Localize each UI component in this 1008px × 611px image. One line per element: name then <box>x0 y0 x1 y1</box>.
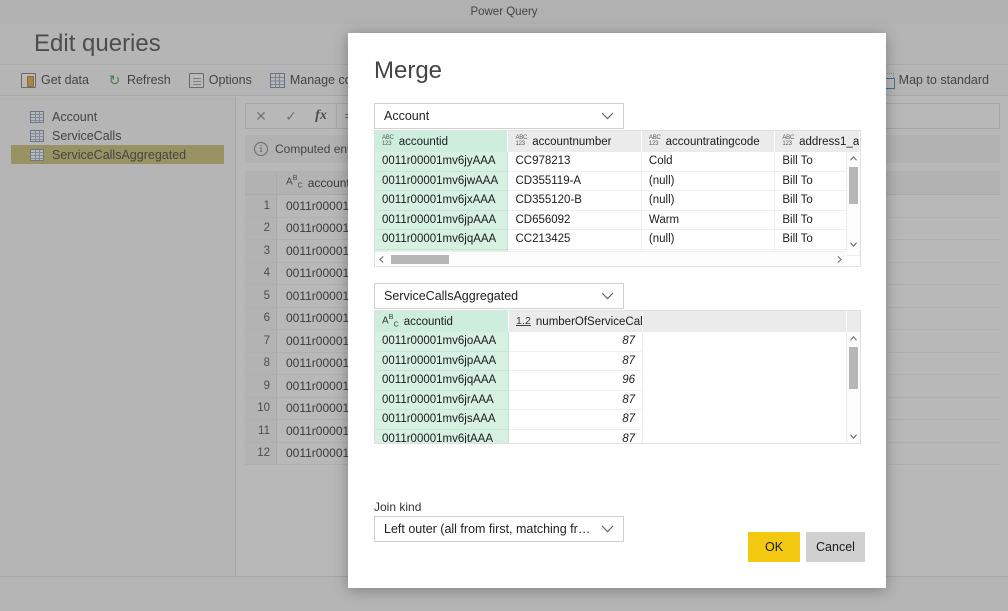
first-table-header-row: ABC123accountidABC123accountnumberABC123… <box>375 131 860 152</box>
table-cell: 0011r00001mv6jtAAA <box>375 430 509 445</box>
chevron-down-icon <box>601 104 614 128</box>
column-header-label: accountid <box>399 136 448 148</box>
table-cell: 96 <box>509 371 643 391</box>
scroll-thumb[interactable] <box>391 255 449 264</box>
table-cell: CD656092 <box>508 211 641 231</box>
table-cell: 0011r00001mv6jxAAA <box>375 191 508 211</box>
join-kind-dropdown[interactable]: Left outer (all from first, matching fro… <box>374 516 624 542</box>
table-cell-empty <box>643 391 847 411</box>
table-row: 0011r00001mv6jrAAA87 <box>375 391 860 411</box>
column-header-address1_addr[interactable]: ABC123 address1_addr <box>775 131 860 152</box>
dialog-title: Merge <box>374 57 442 85</box>
first-table-horizontal-scrollbar[interactable] <box>375 251 846 266</box>
second-table-dropdown-value: ServiceCallsAggregated <box>384 289 544 303</box>
column-header-label: accountnumber <box>532 136 611 148</box>
column-header-label: accountid <box>404 316 453 328</box>
table-cell-empty <box>643 352 847 372</box>
table-row: 0011r00001mv6jqAAACC213425(null)Bill To <box>375 230 860 250</box>
table-row: 0011r00001mv6jtAAA87 <box>375 430 860 445</box>
scroll-thumb[interactable] <box>849 347 858 389</box>
second-table-vertical-scrollbar[interactable] <box>846 332 860 443</box>
column-header-accountnumber[interactable]: ABC123 accountnumber <box>508 131 641 152</box>
ok-button[interactable]: OK <box>748 532 800 562</box>
column-header-accountid[interactable]: ABC123 accountid <box>375 131 508 152</box>
table-row: 0011r00001mv6jpAAACD656092WarmBill To <box>375 211 860 231</box>
table-cell: CD355120-B <box>508 191 641 211</box>
abc123-type-icon: ABC123 <box>382 136 394 147</box>
first-table-body: 0011r00001mv6jyAAACC978213ColdBill To001… <box>375 152 860 256</box>
second-table-preview: ABC accountid 1.2 numberOfServiceCalls 0011… <box>374 310 861 444</box>
column-header-label: accountratingcode <box>666 136 760 148</box>
table-cell: (null) <box>642 172 775 192</box>
table-cell-empty <box>643 371 847 391</box>
table-cell: 0011r00001mv6jwAAA <box>375 172 508 192</box>
table-cell: 0011r00001mv6jpAAA <box>375 352 509 372</box>
scroll-thumb[interactable] <box>849 167 858 204</box>
text-type-icon: ABC <box>382 312 399 330</box>
table-cell: 87 <box>509 352 643 372</box>
table-cell: 0011r00001mv6jqAAA <box>375 230 508 250</box>
table-row: 0011r00001mv6jwAAACD355119-A(null)Bill T… <box>375 172 860 192</box>
scroll-up-icon[interactable] <box>847 332 860 345</box>
table-cell: Warm <box>642 211 775 231</box>
column-header-label: numberOfServiceCalls <box>536 316 643 328</box>
table-cell: 87 <box>509 430 643 445</box>
table-cell: 0011r00001mv6jpAAA <box>375 211 508 231</box>
column-header-numberOfServiceCalls[interactable]: 1.2 numberOfServiceCalls <box>509 311 643 332</box>
table-cell: CD355119-A <box>508 172 641 192</box>
chevron-down-icon <box>601 517 614 541</box>
table-row: 0011r00001mv6jsAAA87 <box>375 410 860 430</box>
column-header-empty <box>643 311 847 332</box>
scroll-left-icon[interactable] <box>375 252 388 266</box>
abc123-type-icon: ABC123 <box>649 136 661 147</box>
merge-dialog: Merge Account ABC123 accountid ABC123 accou… <box>348 33 886 588</box>
table-cell: (null) <box>642 191 775 211</box>
scroll-right-icon[interactable] <box>833 252 846 266</box>
first-table-dropdown-value: Account <box>384 109 455 123</box>
table-cell: CC213425 <box>508 230 641 250</box>
cancel-button[interactable]: Cancel <box>806 532 865 562</box>
table-cell: (null) <box>642 230 775 250</box>
second-table-body: 0011r00001mv6joAAA870011r00001mv6jpAAA87… <box>375 332 860 444</box>
table-row: 0011r00001mv6jpAAA87 <box>375 352 860 372</box>
first-table-preview: ABC123accountidABC123accountnumberABC123… <box>374 130 861 267</box>
abc123-type-icon: ABC123 <box>515 136 527 147</box>
table-row: 0011r00001mv6jqAAA96 <box>375 371 860 391</box>
table-cell: 0011r00001mv6jqAAA <box>375 371 509 391</box>
decimal-type-icon: 1.2 <box>516 316 531 327</box>
first-table-vertical-scrollbar[interactable] <box>846 152 860 251</box>
scroll-down-icon[interactable] <box>847 430 860 443</box>
table-cell: Cold <box>642 152 775 172</box>
table-cell: 0011r00001mv6joAAA <box>375 332 509 352</box>
column-header-accountid[interactable]: ABC accountid <box>375 311 509 332</box>
second-table-dropdown[interactable]: ServiceCallsAggregated <box>374 283 624 309</box>
table-cell: CC978213 <box>508 152 641 172</box>
screen-root: Power Query Edit queries Get data ↻ Refr… <box>0 0 1008 611</box>
table-cell: 87 <box>509 410 643 430</box>
first-table-dropdown[interactable]: Account <box>374 103 624 129</box>
table-cell: 0011r00001mv6jrAAA <box>375 391 509 411</box>
second-table-header-row: ABC accountid 1.2 numberOfServiceCalls <box>375 311 860 332</box>
table-cell-empty <box>643 430 847 445</box>
chevron-down-icon <box>601 284 614 308</box>
column-header-label: address1_addr <box>799 136 860 148</box>
table-row: 0011r00001mv6jxAAACD355120-B(null)Bill T… <box>375 191 860 211</box>
abc123-type-icon: ABC123 <box>782 136 794 147</box>
scroll-down-icon[interactable] <box>847 238 860 251</box>
table-cell: 0011r00001mv6jsAAA <box>375 410 509 430</box>
table-cell: 0011r00001mv6jyAAA <box>375 152 508 172</box>
table-cell: 87 <box>509 391 643 411</box>
table-row: 0011r00001mv6jyAAACC978213ColdBill To <box>375 152 860 172</box>
table-cell: 87 <box>509 332 643 352</box>
table-row: 0011r00001mv6joAAA87 <box>375 332 860 352</box>
join-kind-value: Left outer (all from first, matching fro… <box>384 522 623 536</box>
table-cell-empty <box>643 410 847 430</box>
scroll-up-icon[interactable] <box>847 152 860 165</box>
table-cell-empty <box>643 332 847 352</box>
join-kind-label: Join kind <box>374 500 421 514</box>
column-header-accountratingcode[interactable]: ABC123 accountratingcode <box>642 131 775 152</box>
